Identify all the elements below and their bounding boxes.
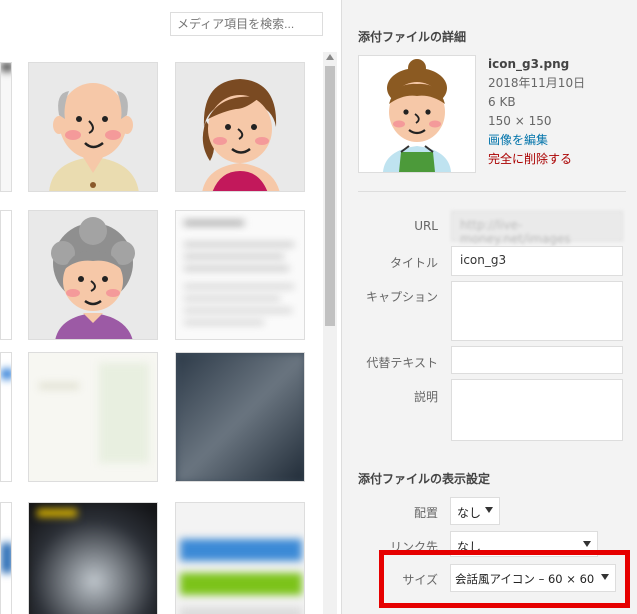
attachment-details-sidebar: 添付ファイルの詳細 icon_g3.png 2018年11月10日 6 KB 1… xyxy=(341,0,637,614)
media-item-buttons[interactable] xyxy=(175,502,305,614)
young-woman-avatar-icon xyxy=(176,63,304,191)
media-item[interactable] xyxy=(0,210,12,340)
attachment-meta: icon_g3.png 2018年11月10日 6 KB 150 × 150 画… xyxy=(488,55,585,169)
title-field[interactable]: icon_g3 xyxy=(451,246,623,276)
media-grid xyxy=(0,0,340,614)
media-item[interactable] xyxy=(0,502,12,614)
attachment-details-title: 添付ファイルの詳細 xyxy=(358,30,467,44)
alt-text-label: 代替テキスト xyxy=(366,356,438,370)
display-settings-title: 添付ファイルの表示設定 xyxy=(358,472,491,486)
scroll-thumb[interactable] xyxy=(325,66,335,326)
woman-apron-avatar-icon xyxy=(359,56,475,172)
caption-textarea[interactable] xyxy=(451,281,623,341)
media-item-screenshot[interactable] xyxy=(28,352,158,482)
title-label: タイトル xyxy=(389,256,438,270)
url-field[interactable]: http://live-money.net/images xyxy=(451,211,623,246)
media-item-old-woman[interactable] xyxy=(28,210,158,340)
old-man-avatar-icon xyxy=(29,63,157,191)
media-item[interactable] xyxy=(0,352,12,482)
url-label: URL xyxy=(414,219,438,233)
media-item-photo-bikes[interactable] xyxy=(28,502,158,614)
divider xyxy=(358,191,626,192)
scroll-up-arrow-icon[interactable] xyxy=(326,54,334,60)
description-textarea[interactable] xyxy=(451,379,623,441)
chevron-down-icon xyxy=(583,541,591,547)
edit-image-link[interactable]: 画像を編集 xyxy=(488,131,585,150)
media-item-photo-dark[interactable] xyxy=(175,352,305,482)
alt-text-field[interactable] xyxy=(451,346,623,374)
media-search-input[interactable] xyxy=(170,12,323,36)
file-size: 6 KB xyxy=(488,95,516,109)
align-select[interactable]: なし xyxy=(450,497,500,525)
grid-scrollbar[interactable] xyxy=(323,52,337,614)
upload-date: 2018年11月10日 xyxy=(488,76,586,90)
delete-permanently-link[interactable]: 完全に削除する xyxy=(488,150,585,169)
image-dimensions: 150 × 150 xyxy=(488,114,552,128)
file-name: icon_g3.png xyxy=(488,57,570,71)
chevron-down-icon xyxy=(485,507,493,513)
align-value: なし xyxy=(457,506,482,520)
caption-label: キャプション xyxy=(365,290,438,304)
description-label: 説明 xyxy=(413,390,438,404)
old-woman-avatar-icon xyxy=(29,211,157,339)
attachment-thumbnail xyxy=(358,55,476,173)
media-item-young-woman[interactable] xyxy=(175,62,305,192)
media-item[interactable] xyxy=(0,62,12,192)
align-label: 配置 xyxy=(413,506,438,520)
media-item-old-man[interactable] xyxy=(28,62,158,192)
media-item-document[interactable] xyxy=(175,210,305,340)
highlight-box xyxy=(379,550,630,608)
